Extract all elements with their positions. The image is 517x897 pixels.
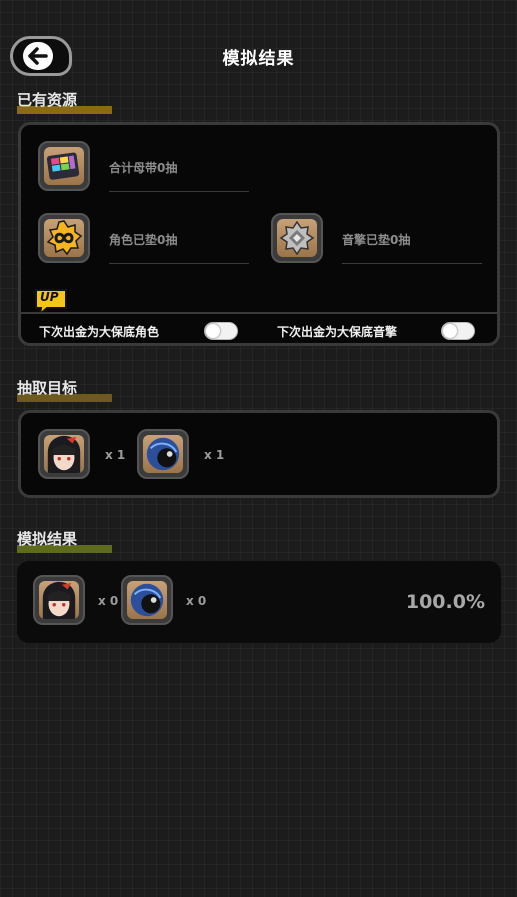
section-title-results: 模拟结果 [17,528,112,553]
divider [109,263,249,264]
divider [342,263,482,264]
target-engine-icon-box[interactable] [137,429,189,479]
target-agent-icon-box[interactable] [38,429,90,479]
targets-panel: x 1 x 1 [18,410,500,498]
toggle-row-divider [21,312,497,314]
tape-icon-box [38,141,90,191]
w-engine-orb-icon [127,581,167,619]
success-probability: 100.0% [405,591,485,613]
target-engine-qty: x 1 [204,448,225,462]
divider [109,191,249,192]
agent-pity-icon-box [38,213,90,263]
resources-panel: 合计母带0抽 角色已垫0抽 音擎已垫0抽 UP 下次出金为大保底角色 下次出金为… [18,122,500,346]
result-agent-qty: x 0 [98,594,119,608]
up-badge-icon: UP [33,287,69,317]
w-engine-orb-icon [143,435,183,473]
results-panel: x 0 x 0 100.0% [17,561,501,643]
tape-icon [44,147,84,185]
agent-portrait-icon [39,581,79,619]
engine-pity-label: 音擎已垫0抽 [342,233,411,247]
section-title-targets: 抽取目标 [17,377,112,402]
agent-pity-label: 角色已垫0抽 [109,233,178,247]
result-engine-icon-box [121,575,173,625]
infinity-badge-icon [44,219,84,257]
engine-badge-icon [277,219,317,257]
engine-guarantee-label: 下次出金为大保底音擎 [277,325,398,339]
agent-guarantee-toggle[interactable] [204,322,238,340]
engine-pity-icon-box [271,213,323,263]
agent-portrait-icon [44,435,84,473]
up-badge-text: UP [40,290,59,304]
engine-guarantee-toggle[interactable] [441,322,475,340]
section-title-resources: 已有资源 [17,89,112,114]
agent-guarantee-label: 下次出金为大保底角色 [39,325,160,339]
result-engine-qty: x 0 [186,594,207,608]
tape-count-label: 合计母带0抽 [109,161,178,175]
result-agent-icon-box [33,575,85,625]
page-title: 模拟结果 [222,49,295,69]
target-agent-qty: x 1 [105,448,126,462]
header: 模拟结果 [0,36,517,78]
